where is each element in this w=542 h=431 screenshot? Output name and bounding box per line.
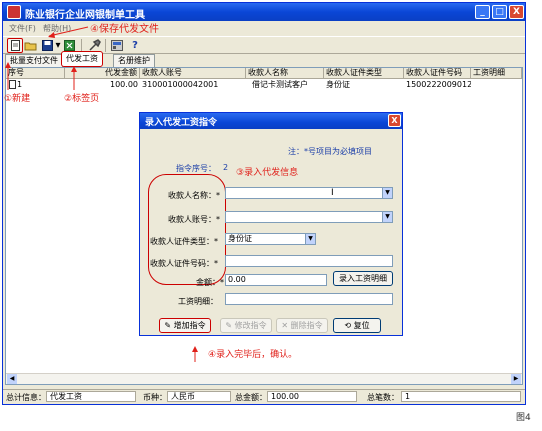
figure-label: 图4 [516,413,531,423]
amount-label: 金额：* [196,278,224,287]
annotation-enter-info: ③录入代发信息 [236,168,299,178]
add-icon: ✎ [164,321,174,330]
modify-instruction-button: ✎ 修改指令 [220,318,272,333]
annotation-tab: ②标签页 [64,94,100,104]
salary-detail-label: 工资明细： [178,297,218,306]
id-number-input[interactable] [225,255,393,267]
chevron-down-icon[interactable]: ▼ [382,212,392,222]
reset-icon: ⟲ [344,321,354,330]
delete-instruction-button: ✕ 删除指令 [276,318,328,333]
annotation-new: ①新建 [4,94,31,104]
seq-label: 指令序号： [176,164,216,173]
id-type-label: 收款人证件类型：* [150,237,218,246]
id-no-label: 收款人证件号码：* [150,259,218,268]
salary-detail-input[interactable] [225,293,393,305]
dialog-close-button[interactable]: X [388,114,401,127]
amount-input[interactable]: 0.00 [225,274,327,286]
id-type-select[interactable]: 身份证 ▼ [225,233,316,245]
text-cursor-icon: I [331,188,334,198]
chevron-down-icon[interactable]: ▼ [382,188,392,198]
seq-value: 2 [223,163,229,172]
account-label: 收款人账号：* [168,215,220,224]
payee-name-input[interactable]: ▼ [225,187,393,199]
enter-salary-detail-button[interactable]: 录入工资明细 [333,271,393,286]
modify-icon: ✎ [225,321,235,330]
dialog-title-bar: 录入代发工资指令 X [140,113,402,129]
payee-account-input[interactable]: ▼ [225,211,393,223]
amount-value: 0.00 [228,275,246,284]
add-instruction-button[interactable]: ✎ 增加指令 [159,318,211,333]
id-type-value: 身份证 [228,234,252,243]
add-instruction-label: 增加指令 [173,321,206,330]
annotation-confirm: ④录入完毕后，确认。 [208,350,298,360]
dialog-title: 录入代发工资指令 [145,118,218,128]
chevron-down-icon[interactable]: ▼ [305,234,315,244]
payroll-entry-dialog: 录入代发工资指令 X 注：*号项目为必填项目 指令序号： 2 ③录入代发信息 收… [139,112,403,336]
name-label: 收款人名称：* [168,191,220,200]
delete-icon: ✕ [281,321,291,330]
reset-label: 复位 [353,321,370,330]
reset-button[interactable]: ⟲ 复位 [333,318,381,333]
required-note: 注：*号项目为必填项目 [288,147,372,156]
delete-instruction-label: 删除指令 [290,321,323,330]
modify-instruction-label: 修改指令 [234,321,267,330]
